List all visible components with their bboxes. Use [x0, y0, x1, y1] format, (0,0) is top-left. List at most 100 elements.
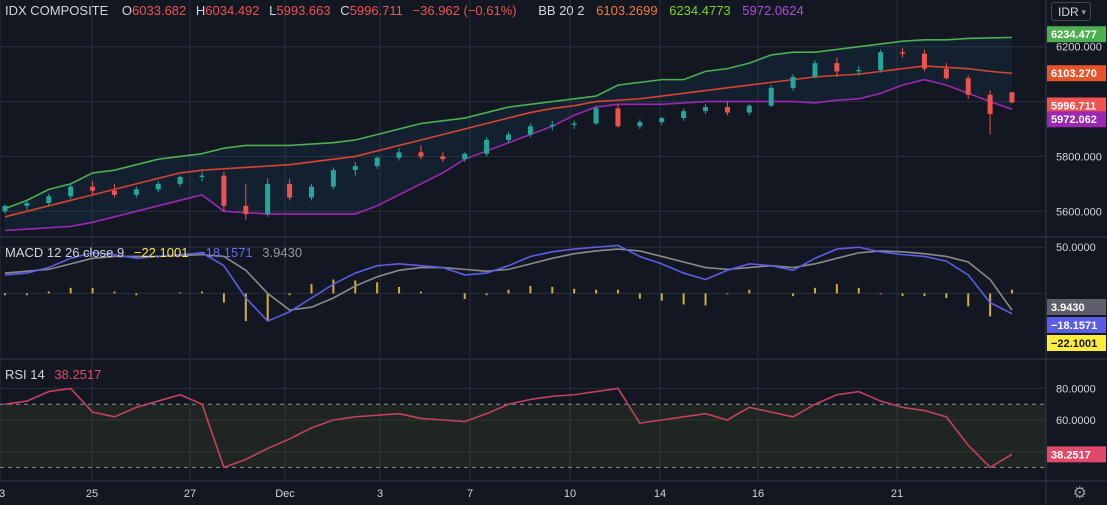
currency-label: IDR	[1058, 5, 1079, 19]
candle-body	[46, 196, 52, 204]
candle-body	[199, 175, 205, 178]
price-axis[interactable]: 6200.000 5800.000 5600.000 50.0000 80.0000 60…	[1045, 0, 1106, 505]
candle-body	[856, 70, 862, 72]
high-label: H	[195, 3, 206, 18]
candle-body	[155, 183, 161, 190]
candle-body	[111, 190, 117, 195]
rsi-pane[interactable]	[0, 360, 1107, 482]
price-tick-label: 5800.000	[1056, 151, 1102, 163]
candle-body	[133, 189, 139, 195]
rsi-label: RSI 14	[5, 367, 45, 382]
candle-body	[24, 203, 30, 206]
candle-body	[571, 123, 577, 125]
open-label: O	[121, 3, 133, 18]
time-tick-label: 27	[184, 488, 196, 500]
candle-body	[484, 139, 490, 154]
macd-value-tag: −22.1001	[1051, 338, 1097, 350]
candle-body	[768, 87, 774, 106]
bb-basis-value: 6103.2699	[596, 3, 658, 18]
macd-hist-tag: 3.9430	[1051, 302, 1085, 314]
candle-body	[965, 78, 971, 95]
time-axis[interactable]: 3 25 27 Dec 3 7 10 14 16 21	[0, 488, 903, 500]
rsi-band-fill	[0, 404, 1046, 468]
candle-body	[878, 52, 884, 71]
candle-body	[308, 186, 314, 198]
candle-body	[812, 63, 818, 77]
time-tick-label: 3	[0, 488, 5, 500]
rsi-value-tag: 38.2517	[1051, 449, 1091, 461]
candle-body	[90, 186, 96, 191]
gear-icon[interactable]: ⚙	[1073, 483, 1087, 503]
candle-body	[549, 124, 555, 127]
change-value: −36.962 (−0.61%)	[412, 3, 517, 18]
bb-upper-price-tag: 6234.477	[1051, 29, 1097, 41]
bb-lower-line	[4, 78, 1013, 232]
macd-value: −22.1001	[133, 245, 189, 260]
macd-legend: MACD 12 26 close 9 −22.1001 −18.1571 3.9…	[5, 245, 306, 260]
candle-body	[330, 170, 336, 187]
candle-body	[921, 53, 927, 69]
bb-lower-price-tag: 5972.062	[1051, 114, 1097, 126]
rsi-tick-label: 80.0000	[1056, 383, 1096, 395]
candle-body	[681, 111, 687, 119]
candle-body	[615, 108, 621, 127]
time-tick-label: 3	[377, 488, 383, 500]
price-tick-label: 5600.000	[1056, 206, 1102, 218]
time-tick-label: 16	[752, 488, 764, 500]
macd-signal-value: −18.1571	[198, 245, 253, 260]
bb-label: BB 20 2	[538, 3, 585, 18]
close-label: C	[340, 3, 350, 18]
price-pane[interactable]	[0, 0, 1107, 238]
candle-body	[703, 107, 709, 112]
candle-body	[987, 94, 993, 114]
candle-body	[396, 152, 402, 158]
bb-lower-value: 5972.0624	[742, 3, 804, 18]
candle-body	[462, 153, 468, 160]
candle-body	[834, 63, 840, 72]
rsi-tick-label: 60.0000	[1056, 415, 1096, 427]
price-legend: IDX COMPOSITE O6033.682 H6034.492 L5993.…	[5, 3, 808, 18]
time-tick-label: Dec	[275, 488, 295, 500]
close-value: 5996.711	[349, 3, 403, 18]
time-tick-label: 21	[891, 488, 903, 500]
candle-body	[1009, 92, 1015, 103]
macd-signal-tag: −18.1571	[1051, 320, 1097, 332]
close-price-tag: 5996.711	[1051, 100, 1096, 112]
candle-body	[440, 156, 446, 160]
time-tick-label: 14	[654, 488, 666, 500]
candle-body	[374, 157, 380, 167]
bb-basis-price-tag: 6103.270	[1051, 68, 1097, 80]
chevron-down-icon: ▾	[1081, 7, 1086, 17]
candle-body	[746, 105, 752, 113]
candle-body	[790, 76, 796, 88]
price-tick-label: 6200.000	[1056, 42, 1102, 54]
candle-body	[243, 205, 249, 215]
high-value: 6034.492	[205, 3, 260, 18]
candle-body	[265, 183, 271, 215]
macd-tick-label: 50.0000	[1056, 242, 1096, 254]
candle-body	[724, 107, 730, 113]
candle-body	[593, 108, 599, 124]
time-tick-label: 10	[564, 488, 576, 500]
candle-body	[68, 186, 74, 197]
candle-body	[900, 52, 906, 54]
low-value: 5993.663	[276, 3, 331, 18]
candle-body	[659, 118, 665, 123]
macd-hist-value: 3.9430	[262, 245, 303, 260]
candle-body	[221, 175, 227, 206]
candle-body	[527, 126, 533, 135]
candle-body	[287, 183, 293, 198]
time-tick-label: 25	[86, 488, 98, 500]
bb-upper-value: 6234.4773	[669, 3, 731, 18]
rsi-legend: RSI 14 38.2517	[5, 367, 105, 382]
candle-body	[177, 177, 183, 184]
candle-body	[943, 68, 949, 79]
candle-body	[352, 166, 358, 171]
currency-selector[interactable]: IDR ▾	[1051, 2, 1091, 21]
candle-body	[637, 122, 643, 127]
candle-body	[506, 134, 511, 140]
time-tick-label: 7	[467, 488, 473, 500]
candle-body	[418, 152, 424, 157]
open-value: 6033.682	[132, 3, 187, 18]
rsi-value: 38.2517	[54, 367, 102, 382]
